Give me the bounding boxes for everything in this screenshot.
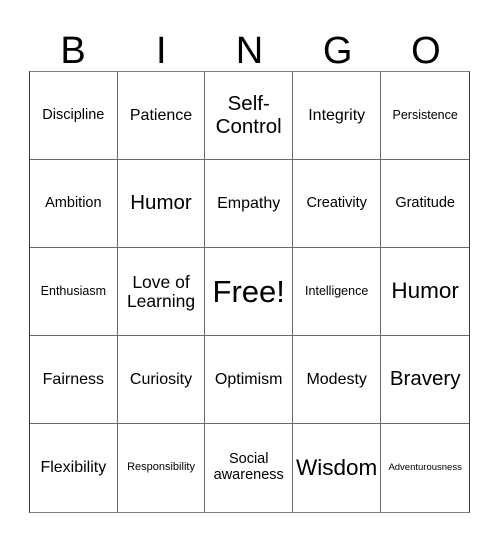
bingo-cell-label: Flexibility [40, 459, 107, 477]
bingo-cell-label: Humor [130, 191, 192, 215]
bingo-cell[interactable]: Fairness [30, 336, 118, 424]
bingo-cell-label: Gratitude [395, 194, 455, 211]
bingo-cell-label: Humor [391, 278, 459, 304]
bingo-cell-label: Responsibility [127, 461, 195, 474]
bingo-cell[interactable]: Humor [117, 160, 206, 248]
bingo-cell[interactable]: Love of Learning [117, 248, 206, 336]
bingo-cell[interactable]: Optimism [205, 336, 294, 424]
bingo-cell[interactable]: Intelligence [293, 248, 382, 336]
bingo-cell[interactable]: Wisdom [293, 424, 382, 512]
header-letter-i: I [156, 30, 167, 72]
bingo-cell-label: Social awareness [213, 451, 284, 483]
header-letter-o: O [411, 30, 441, 72]
bingo-cell[interactable]: Discipline [30, 72, 118, 160]
bingo-cell[interactable]: Creativity [293, 160, 382, 248]
header-letter-g: G [322, 30, 353, 72]
bingo-cell-label: Free! [212, 273, 285, 309]
bingo-cell[interactable]: Persistence [381, 72, 469, 160]
bingo-cell[interactable]: Patience [117, 72, 206, 160]
bingo-cell[interactable]: Curiosity [117, 336, 206, 424]
bingo-cell-label: Ambition [45, 194, 102, 211]
bingo-cell-label: Discipline [42, 106, 105, 123]
bingo-cell-label: Curiosity [129, 370, 193, 388]
bingo-cell[interactable]: Flexibility [30, 424, 118, 512]
bingo-cell[interactable]: Responsibility [117, 424, 206, 512]
bingo-cell[interactable]: Bravery [381, 336, 469, 424]
bingo-cell[interactable]: Social awareness [205, 424, 294, 512]
bingo-cell[interactable]: Enthusiasm [30, 248, 118, 336]
bingo-cell-label: Adventurousness [388, 461, 462, 473]
bingo-cell-label: Creativity [306, 194, 367, 211]
bingo-cell-label: Persistence [392, 107, 458, 122]
bingo-cell-label: Patience [129, 106, 193, 124]
bingo-cell-label: Self- Control [215, 92, 282, 138]
bingo-cell[interactable]: Ambition [30, 160, 118, 248]
bingo-cell[interactable]: Gratitude [381, 160, 469, 248]
bingo-cell-label: Enthusiasm [40, 283, 106, 298]
bingo-free-space[interactable]: Free! [205, 248, 294, 336]
bingo-cell[interactable]: Modesty [293, 336, 382, 424]
bingo-cell-label: Empathy [217, 194, 281, 212]
header-letter-b: B [60, 30, 86, 72]
bingo-card: B I N G O Discipline Patience Self- Contro… [0, 0, 500, 544]
bingo-cell-label: Intelligence [305, 283, 369, 298]
bingo-cell[interactable]: Self- Control [205, 72, 294, 160]
bingo-cell[interactable]: Humor [381, 248, 469, 336]
bingo-cell[interactable]: Integrity [293, 72, 382, 160]
bingo-cell[interactable]: Empathy [205, 160, 294, 248]
bingo-cell-label: Bravery [389, 367, 461, 391]
bingo-cell-label: Love of Learning [126, 271, 196, 311]
bingo-cell-label: Optimism [214, 370, 283, 388]
bingo-cell-label: Fairness [42, 370, 105, 388]
bingo-grid: Discipline Patience Self- Control Integrity… [29, 71, 470, 513]
bingo-cell-label: Modesty [306, 370, 367, 388]
bingo-header: B I N G O [29, 16, 470, 71]
bingo-cell-label: Wisdom [296, 454, 378, 480]
bingo-cell-label: Integrity [308, 106, 366, 124]
bingo-cell[interactable]: Adventurousness [381, 424, 469, 512]
header-letter-n: N [235, 30, 264, 72]
